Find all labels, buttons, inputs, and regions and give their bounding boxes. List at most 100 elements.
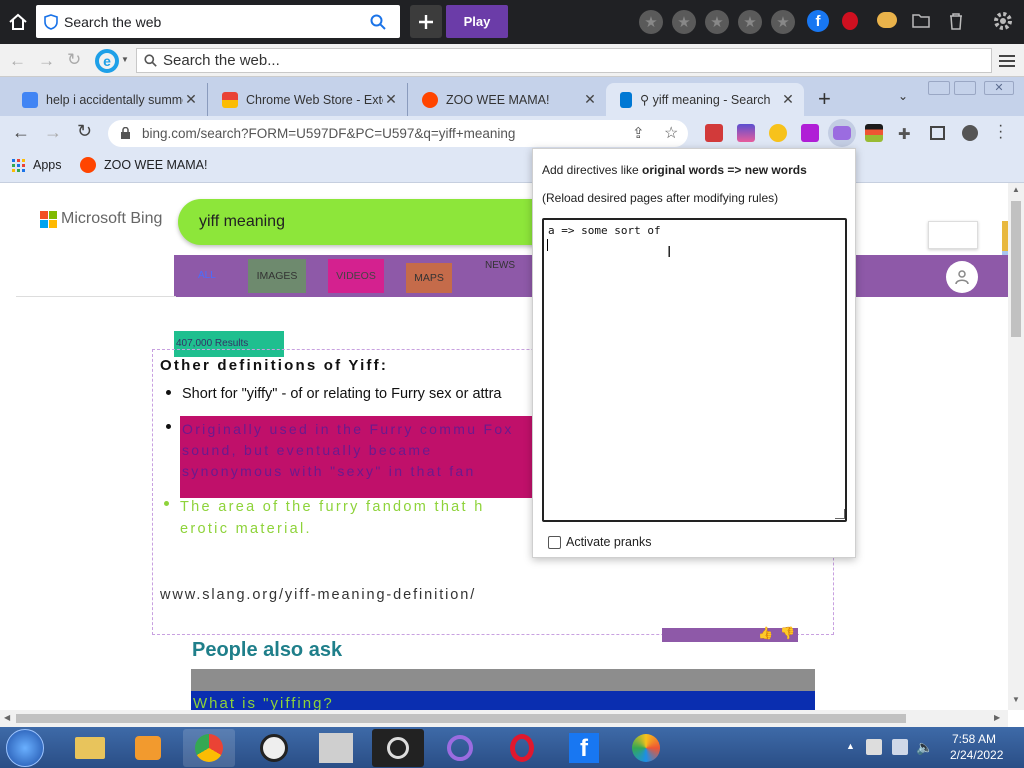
app-icon-photo[interactable] [310, 729, 362, 767]
extension-icon-colorful[interactable] [737, 124, 755, 142]
star-icon[interactable]: ★ [738, 10, 762, 34]
trash-icon[interactable] [948, 12, 964, 30]
app-icon-colorful[interactable] [620, 729, 672, 767]
start-orb[interactable] [6, 729, 44, 767]
scroll-right-arrow-icon[interactable]: ▶ [994, 713, 1000, 722]
tray-flag-icon[interactable] [866, 739, 882, 755]
hamburger-menu-icon[interactable] [999, 54, 1015, 68]
nav-news[interactable]: NEWS [485, 260, 515, 271]
side-panel-icon[interactable] [930, 126, 945, 140]
scroll-left-arrow-icon[interactable]: ◀ [4, 713, 10, 722]
outer-search-box[interactable]: Search the web [36, 5, 400, 38]
refresh-icon[interactable]: ↻ [67, 50, 81, 70]
gear-icon[interactable] [992, 10, 1014, 32]
scroll-thumb[interactable] [1011, 201, 1021, 337]
address-bar[interactable]: bing.com/search?FORM=U597DF&PC=U597&q=yi… [108, 120, 688, 147]
minimize-icon[interactable] [928, 81, 950, 95]
bookmark-zoo-wee-mama[interactable]: ZOO WEE MAMA! [80, 157, 207, 173]
extension-icon-rainbow[interactable] [865, 124, 883, 142]
nav-maps[interactable]: MAPS [406, 263, 452, 293]
tray-volume-icon[interactable]: 🔈 [916, 739, 933, 756]
bug-icon[interactable] [842, 12, 858, 30]
folder-icon[interactable] [912, 13, 930, 28]
extension-icon-emoji[interactable] [769, 124, 787, 142]
window-close-icon[interactable]: ✕ [984, 81, 1014, 95]
play-button[interactable]: Play [446, 5, 508, 38]
thumbs-down-icon[interactable]: 👎 [780, 626, 795, 640]
nav-images[interactable]: IMAGES [248, 259, 306, 293]
definitions-heading: Other definitions of Yiff: [160, 357, 389, 374]
tab-help[interactable]: help i accidentally summo ✕ [8, 83, 208, 116]
search-icon[interactable] [370, 14, 386, 30]
back-arrow-icon[interactable]: ← [9, 51, 26, 71]
scroll-thumb[interactable] [16, 714, 906, 723]
tray-network-icon[interactable] [892, 739, 908, 755]
avatar-icon[interactable] [946, 261, 978, 293]
bookmark-star-icon[interactable]: ☆ [664, 123, 678, 143]
app-icon-q-purple[interactable] [434, 729, 486, 767]
resize-handle-icon[interactable] [835, 509, 845, 519]
puzzle-icon[interactable]: ✚ [898, 125, 911, 143]
ie-logo-icon[interactable]: e [95, 49, 119, 73]
shield-icon [44, 13, 58, 30]
thumbs-up-icon[interactable]: 👍 [758, 626, 773, 640]
activate-pranks-row[interactable]: Activate pranks [548, 535, 651, 549]
new-tab-plus-icon[interactable]: + [818, 86, 831, 112]
tab-chrome-webstore[interactable]: Chrome Web Store - Exte ✕ [208, 83, 408, 116]
home-icon[interactable] [8, 12, 28, 32]
back-arrow-icon[interactable]: ← [12, 122, 30, 143]
tab-zoo-wee-mama[interactable]: ZOO WEE MAMA! ✕ [408, 83, 606, 116]
close-icon[interactable]: ✕ [780, 91, 796, 108]
opera-icon[interactable] [496, 729, 548, 767]
star-icon[interactable]: ★ [672, 10, 696, 34]
share-icon[interactable]: ⇪ [632, 124, 645, 142]
bullet-dot [164, 501, 169, 506]
ie-address-field[interactable]: Search the web... [136, 48, 992, 73]
paa-question-text: What is "yiffing? [193, 695, 334, 710]
reload-icon[interactable]: ↻ [77, 121, 92, 142]
clock-time[interactable]: 7:58 AM [952, 732, 996, 746]
media-player-icon[interactable] [122, 729, 174, 767]
app-icon-face[interactable] [248, 729, 300, 767]
forward-arrow-icon[interactable]: → [44, 122, 62, 143]
horizontal-scrollbar[interactable]: ◀ ▶ [0, 710, 1008, 727]
nav-videos[interactable]: VIDEOS [328, 259, 384, 293]
clock-date[interactable]: 2/24/2022 [950, 748, 1003, 762]
extension-icon-active[interactable] [828, 119, 856, 147]
extension-icon-red-letters[interactable] [705, 124, 723, 142]
chevron-down-icon[interactable]: ▼ [121, 55, 129, 64]
forward-arrow-icon[interactable]: → [38, 51, 55, 71]
facebook-icon[interactable]: f [558, 729, 610, 767]
close-icon[interactable]: ✕ [183, 91, 199, 108]
rules-textarea[interactable]: a => some sort of [542, 218, 847, 522]
source-url[interactable]: www.slang.org/yiff-meaning-definition/ [160, 587, 476, 603]
vertical-scrollbar[interactable]: ▲ ▼ [1008, 183, 1024, 710]
restore-icon[interactable] [954, 81, 976, 95]
quicktime-icon[interactable] [372, 729, 424, 767]
chrome-icon[interactable] [183, 729, 235, 767]
results-count-text: 407,000 Results [176, 338, 249, 349]
bing-logo[interactable]: Microsoft Bing [40, 210, 162, 228]
tab-search-chevron-icon[interactable]: ⌄ [898, 89, 908, 103]
paa-question[interactable]: What is "yiffing? [191, 691, 815, 710]
close-icon[interactable]: ✕ [582, 91, 598, 108]
bookmark-apps[interactable]: Apps [12, 158, 62, 172]
activate-pranks-checkbox[interactable] [548, 535, 561, 549]
profile-icon[interactable] [962, 125, 978, 141]
scroll-up-arrow-icon[interactable]: ▲ [1012, 185, 1020, 194]
star-icon[interactable]: ★ [639, 10, 663, 34]
extension-icon-purple[interactable] [801, 124, 819, 142]
star-icon[interactable]: ★ [705, 10, 729, 34]
star-icon[interactable]: ★ [771, 10, 795, 34]
plus-button[interactable] [410, 5, 442, 38]
close-icon[interactable]: ✕ [383, 91, 399, 108]
nav-all[interactable]: ALL [198, 270, 216, 281]
kebab-menu-icon[interactable]: · · · [998, 118, 1003, 146]
tab-yiff-meaning-search[interactable]: ⚲ yiff meaning - Search ✕ [606, 83, 804, 116]
search-query-box[interactable]: yiff meaning [178, 199, 558, 245]
file-explorer-icon[interactable] [64, 729, 116, 767]
weather-icon[interactable] [877, 12, 897, 28]
scroll-down-arrow-icon[interactable]: ▼ [1012, 695, 1020, 704]
tray-chevron-icon[interactable]: ▲ [846, 741, 855, 751]
facebook-icon[interactable]: f [807, 10, 829, 32]
